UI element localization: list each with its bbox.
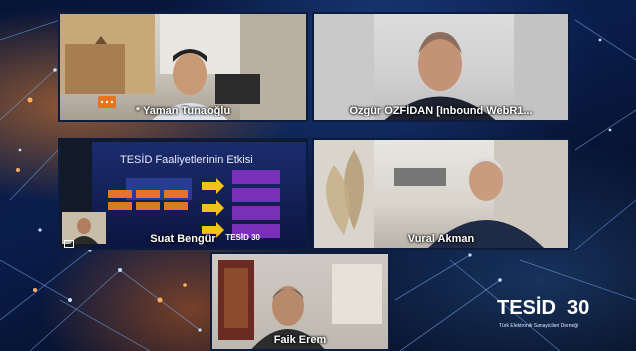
tesid-logo: TESİD 30 Türk Elektronik Sanayicileri De…: [497, 297, 607, 337]
participant-name: Vural Akman: [407, 233, 475, 245]
logo-30: 30: [567, 297, 590, 319]
participant-name: Faik Erem: [273, 334, 327, 346]
participant-name: Suat Bengür: [150, 233, 216, 245]
logo-subtitle: Türk Elektronik Sanayicileri Derneği: [499, 323, 579, 329]
slide-badge: TESİD 30: [225, 233, 260, 242]
participant-name: * Yaman Tunaoğlu: [135, 105, 231, 117]
video-tile-faik[interactable]: Faik Erem: [210, 252, 390, 351]
video-tile-ozgur[interactable]: Özgür ÖZFİDAN [Inbound WebR1...: [312, 12, 570, 122]
logo-brand: TESİD: [497, 297, 556, 319]
screen-share-tile-suat[interactable]: TESİD Faaliyetlerinin Etkisi Suat Bengür…: [58, 138, 308, 250]
video-tile-yaman[interactable]: * Yaman Tunaoğlu: [58, 12, 308, 122]
participant-name: Özgür ÖZFİDAN [Inbound WebR1...: [349, 105, 533, 117]
video-tile-vural[interactable]: Vural Akman: [312, 138, 570, 250]
